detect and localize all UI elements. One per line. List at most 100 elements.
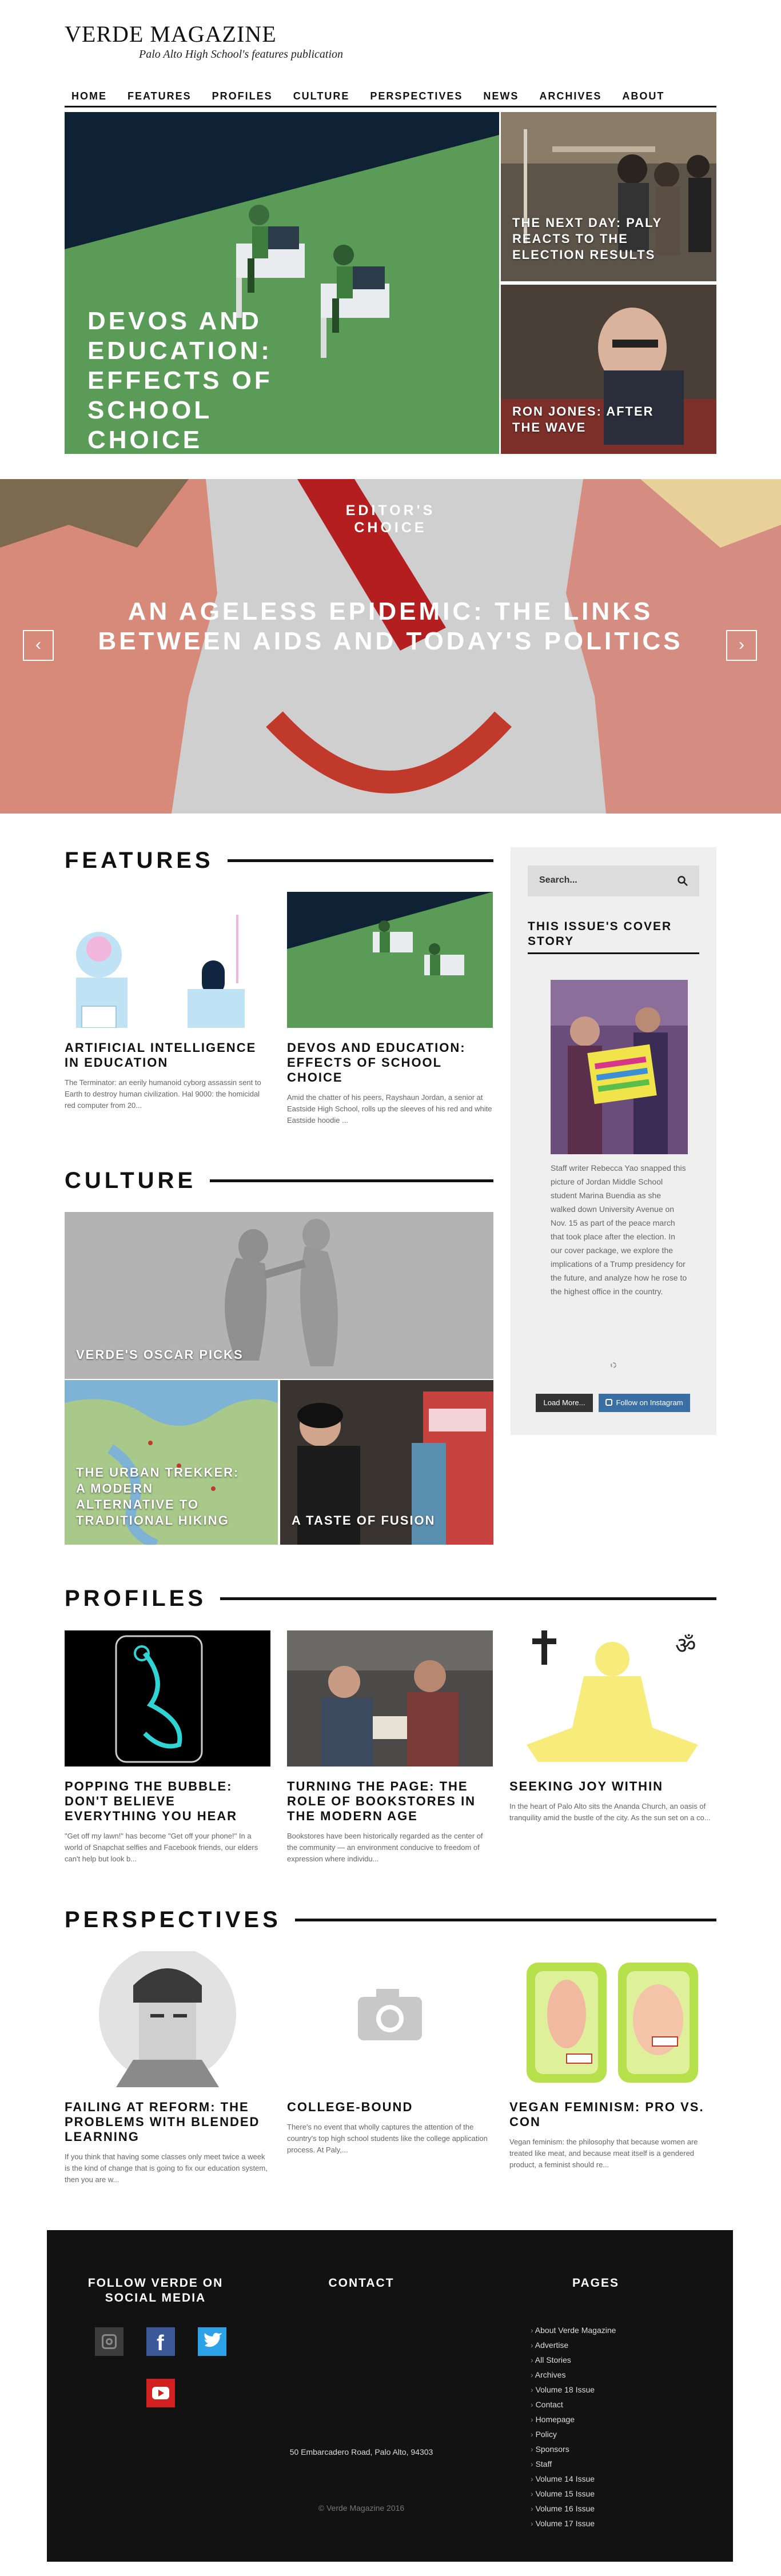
perspective-excerpt-2: There's no event that wholly captures th… bbox=[287, 2123, 488, 2154]
footer-page-link[interactable]: About Verde Magazine bbox=[531, 2323, 616, 2338]
nav-about[interactable]: ABOUT bbox=[622, 86, 664, 106]
slider-prev-button[interactable]: ‹ bbox=[23, 630, 54, 661]
perspective-excerpt-1: If you think that having some classes on… bbox=[65, 2152, 268, 2184]
editors-choice-title[interactable]: AN AGELESS EPIDEMIC: THE LINKS BETWEEN A… bbox=[82, 597, 699, 656]
nav-perspectives[interactable]: PERSPECTIVES bbox=[370, 86, 463, 106]
footer-page-link[interactable]: Advertise bbox=[531, 2338, 616, 2352]
footer-page-link[interactable]: Homepage bbox=[531, 2412, 616, 2427]
perspective-card-1[interactable]: FAILING AT REFORM: THE PROBLEMS WITH BLE… bbox=[65, 1951, 270, 2186]
follow-instagram-button[interactable]: Follow on Instagram bbox=[599, 1394, 690, 1412]
culture-tile-1[interactable]: VERDE'S OSCAR PICKS bbox=[65, 1212, 493, 1379]
search-placeholder: Search... bbox=[539, 875, 577, 885]
nav-profiles[interactable]: PROFILES bbox=[212, 86, 273, 106]
youtube-icon[interactable] bbox=[146, 2379, 175, 2407]
footer-page-link[interactable]: Volume 15 Issue bbox=[531, 2486, 616, 2501]
profile-card-1[interactable]: POPPING THE BUBBLE: DON'T BELIEVE EVERYT… bbox=[65, 1630, 270, 1865]
footer-page-link[interactable]: Policy bbox=[531, 2427, 616, 2442]
profile-title-2[interactable]: TURNING THE PAGE: THE ROLE OF BOOKSTORES… bbox=[287, 1779, 493, 1824]
bubble-illustration bbox=[65, 1630, 270, 1766]
section-rule bbox=[227, 859, 493, 862]
perspective-title-2[interactable]: COLLEGE-BOUND bbox=[287, 2100, 493, 2115]
hero-side-title-2[interactable]: RON JONES: AFTER THE WAVE bbox=[512, 404, 684, 436]
search-icon[interactable] bbox=[678, 876, 688, 886]
feature-card-1[interactable]: ARTIFICIAL INTELLIGENCE IN EDUCATION The… bbox=[65, 892, 270, 1111]
cover-story-text: Staff writer Rebecca Yao snapped this pi… bbox=[551, 1163, 687, 1296]
footer-page-link[interactable]: All Stories bbox=[531, 2352, 616, 2367]
perspective-title-1[interactable]: FAILING AT REFORM: THE PROBLEMS WITH BLE… bbox=[65, 2100, 270, 2144]
culture-heading: CULTURE bbox=[65, 1167, 197, 1193]
nav-home[interactable]: HOME bbox=[71, 86, 107, 106]
editors-choice-slider[interactable]: EDITOR'S CHOICE AN AGELESS EPIDEMIC: THE… bbox=[0, 479, 781, 814]
search-input[interactable]: Search... bbox=[528, 866, 699, 896]
perspective-card-2[interactable]: COLLEGE-BOUND There's no event that whol… bbox=[287, 1951, 493, 2156]
perspective-excerpt-3: Vegan feminism: the philosophy that beca… bbox=[509, 2138, 698, 2169]
feature-card-2[interactable]: DEVOS AND EDUCATION: EFFECTS OF SCHOOL C… bbox=[287, 892, 493, 1126]
footer-contact-heading: CONTACT bbox=[328, 2276, 395, 2290]
hero-side-story-1[interactable]: THE NEXT DAY: PALY REACTS TO THE ELECTIO… bbox=[501, 112, 716, 281]
hero-main-story[interactable]: DEVOS AND EDUCATION: EFFECTS OF SCHOOL C… bbox=[65, 112, 499, 454]
site-title[interactable]: VERDE MAGAZINE bbox=[65, 21, 277, 47]
footer-page-link[interactable]: Volume 14 Issue bbox=[531, 2471, 616, 2486]
feature-title-1[interactable]: ARTIFICIAL INTELLIGENCE IN EDUCATION bbox=[65, 1040, 270, 1070]
footer-social-heading: FOLLOW VERDE ON SOCIAL MEDIA bbox=[87, 2276, 224, 2304]
profile-excerpt-1: "Get off my lawn!" has become "Get off y… bbox=[65, 1832, 258, 1863]
instagram-icon[interactable] bbox=[95, 2327, 123, 2356]
section-rule bbox=[220, 1597, 716, 1600]
site-tagline: Palo Alto High School's features publica… bbox=[139, 48, 344, 61]
nav-news[interactable]: NEWS bbox=[483, 86, 519, 106]
load-more-button[interactable]: Load More... bbox=[536, 1394, 593, 1412]
cover-photo bbox=[551, 980, 688, 1154]
profile-excerpt-3: In the heart of Palo Alto sits the Anand… bbox=[509, 1802, 711, 1822]
site-footer: FOLLOW VERDE ON SOCIAL MEDIA CONTACT PAG… bbox=[47, 2230, 733, 2562]
footer-page-link[interactable]: Staff bbox=[531, 2457, 616, 2471]
footer-page-link[interactable]: Volume 18 Issue bbox=[531, 2382, 616, 2397]
culture-tile-2[interactable]: THE URBAN TREKKER: A MODERN ALTERNATIVE … bbox=[65, 1380, 278, 1545]
nav-culture[interactable]: CULTURE bbox=[293, 86, 350, 106]
profiles-section-header: PROFILES bbox=[65, 1584, 716, 1613]
slider-next-button[interactable]: › bbox=[726, 630, 757, 661]
svg-text:ॐ: ॐ bbox=[675, 1633, 696, 1659]
perspective-card-3[interactable]: VEGAN FEMINISM: PRO VS. CON Vegan femini… bbox=[509, 1951, 715, 2171]
ai-illustration bbox=[65, 892, 270, 1028]
footer-page-link[interactable]: Volume 17 Issue bbox=[531, 2516, 616, 2531]
main-nav: HOME FEATURES PROFILES CULTURE PERSPECTI… bbox=[65, 86, 716, 107]
instagram-icon bbox=[605, 1399, 613, 1406]
culture-tile-3[interactable]: A TASTE OF FUSION bbox=[280, 1380, 493, 1545]
profile-excerpt-2: Bookstores have been historically regard… bbox=[287, 1832, 483, 1863]
feature-title-2[interactable]: DEVOS AND EDUCATION: EFFECTS OF SCHOOL C… bbox=[287, 1040, 493, 1085]
twitter-icon[interactable] bbox=[198, 2327, 226, 2356]
meditation-illustration: ॐ bbox=[509, 1630, 715, 1766]
perspective-title-3[interactable]: VEGAN FEMINISM: PRO VS. CON bbox=[509, 2100, 715, 2130]
culture-title-2[interactable]: THE URBAN TREKKER: A MODERN ALTERNATIVE … bbox=[76, 1465, 248, 1529]
footer-copyright: © Verde Magazine 2016 bbox=[318, 2503, 405, 2513]
hero-main-title[interactable]: DEVOS AND EDUCATION: EFFECTS OF SCHOOL C… bbox=[87, 306, 328, 454]
features-section-header: FEATURES bbox=[65, 846, 493, 875]
profile-title-1[interactable]: POPPING THE BUBBLE: DON'T BELIEVE EVERYT… bbox=[65, 1779, 270, 1824]
culture-title-1[interactable]: VERDE'S OSCAR PICKS bbox=[76, 1347, 244, 1363]
footer-address: 50 Embarcadero Road, Palo Alto, 94303 bbox=[289, 2447, 433, 2457]
culture-title-3[interactable]: A TASTE OF FUSION bbox=[292, 1513, 436, 1529]
footer-page-link[interactable]: Archives bbox=[531, 2367, 616, 2382]
facebook-icon[interactable]: f bbox=[146, 2327, 175, 2356]
perspectives-section-header: PERSPECTIVES bbox=[65, 1905, 716, 1934]
footer-pages-list: About Verde Magazine Advertise All Stori… bbox=[531, 2323, 616, 2531]
hero-side-title-1[interactable]: THE NEXT DAY: PALY REACTS TO THE ELECTIO… bbox=[512, 215, 684, 263]
follow-instagram-label: Follow on Instagram bbox=[616, 1398, 683, 1407]
footer-page-link[interactable]: Sponsors bbox=[531, 2442, 616, 2457]
feature-excerpt-2: Amid the chatter of his peers, Rayshaun … bbox=[287, 1093, 492, 1124]
editors-choice-label: EDITOR'S CHOICE bbox=[345, 503, 436, 536]
profiles-heading: PROFILES bbox=[65, 1585, 207, 1611]
nav-features[interactable]: FEATURES bbox=[127, 86, 192, 106]
reform-illustration bbox=[65, 1951, 270, 2087]
culture-section-header: CULTURE bbox=[65, 1166, 493, 1195]
perspectives-heading: PERSPECTIVES bbox=[65, 1907, 281, 1932]
footer-page-link[interactable]: Contact bbox=[531, 2397, 616, 2412]
hero-side-story-2[interactable]: RON JONES: AFTER THE WAVE bbox=[501, 285, 716, 454]
profile-card-3[interactable]: ॐ SEEKING JOY WITHIN In the heart of Pal… bbox=[509, 1630, 715, 1824]
nav-archives[interactable]: ARCHIVES bbox=[539, 86, 601, 106]
profile-title-3[interactable]: SEEKING JOY WITHIN bbox=[509, 1779, 715, 1794]
profile-card-2[interactable]: TURNING THE PAGE: THE ROLE OF BOOKSTORES… bbox=[287, 1630, 493, 1865]
section-rule bbox=[294, 1918, 716, 1921]
cover-story-image[interactable] bbox=[551, 980, 688, 1154]
footer-page-link[interactable]: Volume 16 Issue bbox=[531, 2501, 616, 2516]
